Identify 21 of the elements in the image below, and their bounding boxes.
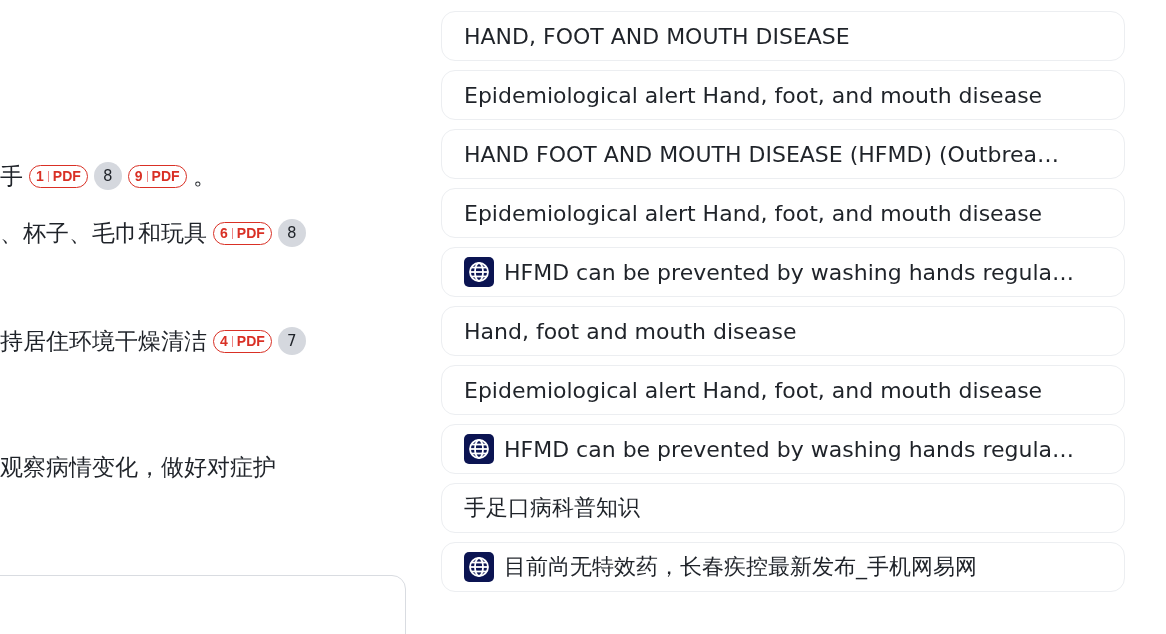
- source-card[interactable]: Epidemiological alert Hand, foot, and mouth disease: [441, 70, 1125, 120]
- source-card[interactable]: Epidemiological alert Hand, foot, and mouth disease: [441, 188, 1125, 238]
- answer-text: 手: [0, 161, 23, 191]
- source-card[interactable]: HAND FOOT AND MOUTH DISEASE (HFMD) (Outbrea…: [441, 129, 1125, 179]
- citation-count-badge[interactable]: 8: [93, 162, 122, 190]
- source-card[interactable]: Hand, foot and mouth disease: [441, 306, 1125, 356]
- source-card[interactable]: Epidemiological alert Hand, foot, and mouth disease: [441, 365, 1125, 415]
- source-card[interactable]: HAND, FOOT AND MOUTH DISEASE: [441, 11, 1125, 61]
- globe-icon: [464, 257, 494, 287]
- citation-count-badge[interactable]: 7: [277, 327, 306, 355]
- answer-text: 持居住环境干燥清洁: [0, 326, 207, 356]
- citation-count-badge[interactable]: 8: [277, 219, 306, 247]
- answer-text: 。: [192, 161, 216, 191]
- source-card[interactable]: HFMD can be prevented by washing hands regula…: [441, 424, 1125, 474]
- source-card[interactable]: 手足口病科普知识: [441, 483, 1125, 533]
- globe-icon: [464, 434, 494, 464]
- answer-text: 观察病情变化，做好对症护: [0, 452, 276, 482]
- source-card[interactable]: HFMD can be prevented by washing hands regula…: [441, 247, 1125, 297]
- source-card[interactable]: 目前尚无特效药，长春疾控最新发布_手机网易网: [441, 542, 1125, 592]
- answer-text: 、杯子、毛巾和玩具: [0, 218, 207, 248]
- globe-icon: [464, 552, 494, 582]
